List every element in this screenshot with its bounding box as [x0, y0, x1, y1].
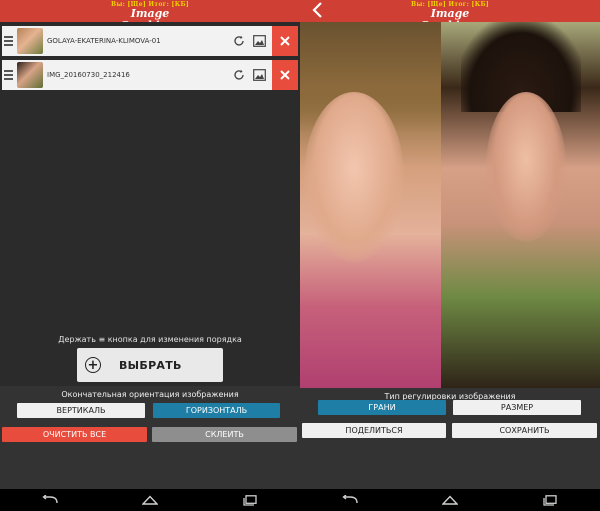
orientation-controls: Окончательная ориентация изображения ВЕР…: [0, 386, 300, 489]
file-thumbnail: [17, 28, 43, 54]
merge-button[interactable]: СКЛЕИТЬ: [152, 427, 297, 442]
file-name: IMG_20160730_212416: [47, 71, 130, 79]
nav-recent-icon[interactable]: [539, 493, 561, 507]
horizontal-button[interactable]: ГОРИЗОНТАЛЬ: [153, 403, 280, 418]
nav-back-icon[interactable]: [39, 493, 61, 507]
remove-file-button[interactable]: [272, 26, 298, 56]
file-thumbnail: [17, 62, 43, 88]
system-nav-bar: [300, 489, 600, 511]
plus-icon: +: [85, 357, 101, 373]
app-logo: Вы: [Ще] Итог: [КБ] Image Combiner: [400, 1, 500, 32]
combined-image-left: [300, 22, 441, 388]
file-list-item[interactable]: IMG_20160730_212416: [2, 60, 298, 90]
image-icon[interactable]: [252, 34, 266, 48]
file-list-item[interactable]: GOLAYA-EKATERINA-KLIMOVA-01: [2, 26, 298, 56]
choose-button-label: ВЫБРАТЬ: [119, 358, 182, 372]
combined-image-right: [441, 22, 600, 388]
choose-images-button[interactable]: + ВЫБРАТЬ: [77, 348, 223, 382]
nav-home-icon[interactable]: [439, 493, 461, 507]
drag-handle-icon[interactable]: [2, 26, 14, 56]
nav-home-icon[interactable]: [139, 493, 161, 507]
app-header-left: Вы: [Ще] Итог: [КБ] Image Combiner: [0, 0, 300, 32]
remove-file-button[interactable]: [272, 60, 298, 90]
file-list-screen: GOLAYA-EKATERINA-KLIMOVA-01 IMG_20160730…: [0, 22, 300, 489]
preview-screen: Тип регулировки изображения ГРАНИ РАЗМЕР…: [300, 22, 600, 489]
rotate-icon[interactable]: [232, 68, 246, 82]
edges-button[interactable]: ГРАНИ: [318, 400, 446, 415]
close-icon: [280, 70, 290, 80]
app-logo: Вы: [Ще] Итог: [КБ] Image Combiner: [100, 1, 200, 32]
app-header-right: Вы: [Ще] Итог: [КБ] Image Combiner: [300, 0, 600, 32]
save-button[interactable]: СОХРАНИТЬ: [452, 423, 597, 438]
image-icon[interactable]: [252, 68, 266, 82]
adjust-controls: Тип регулировки изображения ГРАНИ РАЗМЕР…: [300, 388, 600, 489]
orientation-title: Окончательная ориентация изображения: [61, 390, 239, 399]
file-name: GOLAYA-EKATERINA-KLIMOVA-01: [47, 37, 161, 45]
reorder-hint: Держать ≡ кнопка для изменения порядка: [58, 335, 242, 344]
vertical-button[interactable]: ВЕРТИКАЛЬ: [17, 403, 145, 418]
close-icon: [280, 36, 290, 46]
nav-recent-icon[interactable]: [239, 493, 261, 507]
share-button[interactable]: ПОДЕЛИТЬСЯ: [302, 423, 446, 438]
nav-back-icon[interactable]: [339, 493, 361, 507]
system-nav-bar: [0, 489, 300, 511]
back-arrow-icon[interactable]: [308, 2, 326, 20]
size-button[interactable]: РАЗМЕР: [453, 400, 581, 415]
rotate-icon[interactable]: [232, 34, 246, 48]
drag-handle-icon[interactable]: [2, 60, 14, 90]
clear-all-button[interactable]: ОЧИСТИТЬ ВСЕ: [2, 427, 147, 442]
